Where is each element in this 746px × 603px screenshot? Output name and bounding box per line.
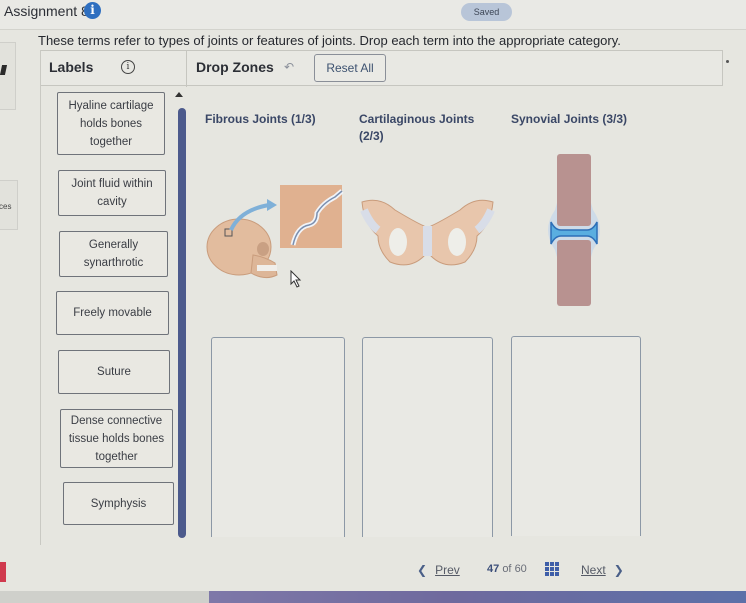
scroll-up-arrow-icon[interactable] (175, 92, 183, 97)
reset-all-button[interactable]: Reset All (314, 54, 386, 82)
total-pages: 60 (514, 563, 527, 575)
pagination: ❮ Prev 47 of 60 Next ❯ (405, 561, 645, 579)
instructions-text: These terms refer to types of joints or … (38, 33, 621, 48)
drop-zone-fibrous[interactable] (211, 337, 345, 537)
prev-button[interactable]: ❮ Prev (417, 563, 460, 577)
side-tab[interactable] (0, 562, 6, 582)
page-indicator: 47 of 60 (487, 563, 527, 575)
left-panel-stub (0, 42, 16, 110)
category-cartilaginous-title: Cartilaginous Joints (2/3) (359, 112, 475, 143)
undo-arrow-icon[interactable]: ↶ (284, 60, 294, 74)
label-card[interactable]: Symphysis (63, 482, 174, 525)
grid-view-icon[interactable] (545, 562, 559, 576)
next-button[interactable]: Next ❯ (581, 563, 624, 577)
mouse-cursor-icon (290, 270, 302, 288)
label-card[interactable]: Freely movable (56, 291, 169, 335)
labels-heading: Labels (49, 59, 94, 75)
stub-mark (0, 65, 8, 75)
assignment-title: Assignment 8 (4, 3, 89, 19)
chevron-left-icon: ❮ (417, 563, 428, 577)
top-bar: Assignment 8 i Saved (0, 0, 746, 30)
next-label: Next (581, 563, 606, 577)
synovial-joint-illustration (548, 154, 600, 306)
drop-zones-heading: Drop Zones (196, 59, 274, 75)
labels-scrollbar[interactable] (178, 108, 186, 538)
panel-header: Labels i Drop Zones ↶ Reset All (41, 50, 723, 87)
drop-zone-synovial[interactable] (511, 336, 641, 536)
os-taskbar (0, 591, 746, 603)
saved-status-badge: Saved (461, 3, 512, 21)
header-divider (186, 51, 187, 87)
skull-suture-illustration (206, 185, 344, 279)
info-circle-icon[interactable]: i (121, 60, 135, 74)
decorative-dot (726, 60, 729, 63)
label-card[interactable]: Dense connective tissue holds bones toge… (60, 409, 173, 468)
pubic-symphysis-illustration (360, 199, 495, 266)
prev-label: Prev (435, 563, 460, 577)
of-label: of (502, 563, 512, 575)
category-fibrous-title: Fibrous Joints (1/3) (205, 112, 316, 126)
drop-zone-cartilaginous[interactable] (362, 337, 493, 537)
label-card[interactable]: Generally synarthrotic (59, 231, 168, 277)
label-card[interactable]: Joint fluid within cavity (58, 170, 166, 216)
label-card[interactable]: Hyaline cartilage holds bones together (57, 92, 165, 155)
chevron-right-icon: ❯ (613, 563, 624, 577)
left-panel-stub-2: ces (0, 180, 18, 230)
info-icon[interactable]: i (84, 2, 101, 19)
stub-text: ces (0, 202, 12, 211)
category-synovial-title: Synovial Joints (3/3) (511, 112, 628, 126)
current-page: 47 (487, 563, 500, 575)
label-card[interactable]: Suture (58, 350, 170, 394)
